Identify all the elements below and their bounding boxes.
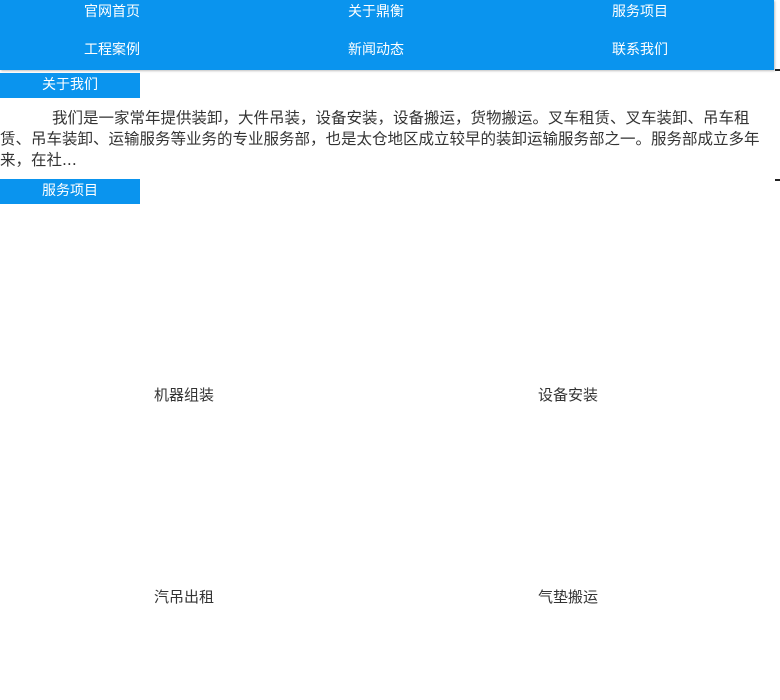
- nav-contact-link[interactable]: 联系我们: [580, 40, 700, 60]
- nav-about-link[interactable]: 关于鼎衡: [316, 2, 436, 22]
- divider: [775, 69, 780, 71]
- divider: [775, 179, 780, 181]
- service-item-equipment-install[interactable]: 设备安装: [538, 384, 598, 405]
- service-item-machine-assembly[interactable]: 机器组装: [154, 384, 214, 405]
- nav-cases-link[interactable]: 工程案例: [52, 40, 172, 60]
- nav-services-link[interactable]: 服务项目: [580, 2, 700, 22]
- about-text: 我们是一家常年提供装卸，大件吊装，设备安装，设备搬运，货物搬运。叉车租赁、叉车装…: [0, 109, 760, 169]
- nav-home-link[interactable]: 官网首页: [52, 2, 172, 22]
- top-nav: 官网首页 关于鼎衡 服务项目 工程案例 新闻动态 联系我们: [0, 0, 774, 70]
- services-section-heading: 服务项目: [0, 179, 140, 204]
- service-item-crane-rental[interactable]: 汽吊出租: [154, 586, 214, 607]
- service-item-air-cushion-moving[interactable]: 气垫搬运: [538, 586, 598, 607]
- nav-news-link[interactable]: 新闻动态: [316, 40, 436, 60]
- about-section-heading: 关于我们: [0, 73, 140, 98]
